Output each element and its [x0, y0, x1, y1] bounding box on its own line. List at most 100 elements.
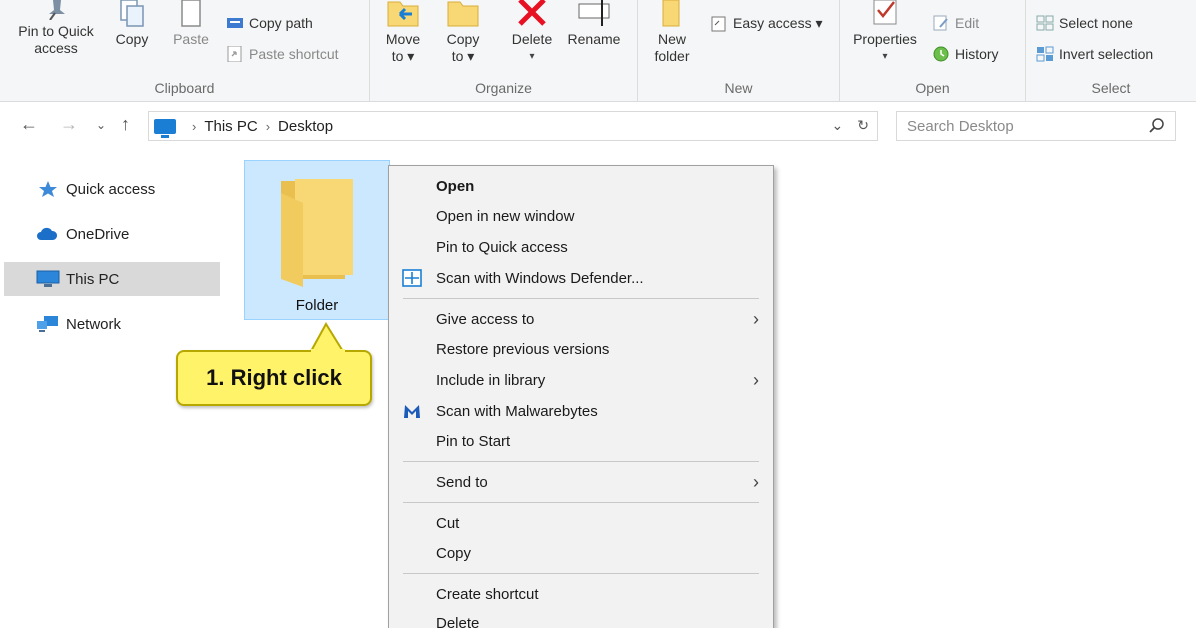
easy-access-icon — [711, 16, 726, 31]
nav-item-onedrive[interactable]: OneDrive — [4, 217, 220, 251]
address-history-chevron-icon[interactable]: ⌄ — [832, 117, 844, 134]
instruction-callout: 1. Right click — [176, 350, 372, 406]
nav-item-label: Network — [66, 315, 122, 333]
properties-button[interactable]: Properties ▾ — [846, 0, 924, 65]
delete-x-icon — [518, 0, 546, 26]
menu-separator — [403, 502, 759, 503]
menu-item-delete[interactable]: Delete — [389, 608, 773, 628]
copy-to-button[interactable]: Copy to ▾ — [440, 0, 486, 65]
menu-item-open[interactable]: Open — [389, 171, 773, 201]
menu-separator — [403, 573, 759, 574]
move-to-icon — [387, 1, 419, 27]
refresh-icon[interactable]: ↻ — [857, 117, 869, 134]
copy-path-icon — [227, 18, 243, 28]
address-bar[interactable]: › This PC › Desktop ⌄ ↻ — [148, 111, 878, 141]
nav-item-this-pc[interactable]: This PC — [4, 262, 220, 296]
menu-item-scan-malwarebytes[interactable]: Scan with Malwarebytes — [389, 396, 773, 426]
menu-item-open-new-window[interactable]: Open in new window — [389, 201, 773, 231]
cloud-icon — [37, 227, 58, 240]
star-icon — [39, 181, 57, 197]
submenu-arrow-icon: › — [753, 472, 759, 492]
paste-icon — [181, 0, 201, 27]
edit-button[interactable]: Edit — [932, 15, 979, 31]
callout-pointer-cover — [311, 349, 345, 355]
menu-item-send-to[interactable]: Send to › — [389, 467, 773, 497]
submenu-arrow-icon: › — [753, 370, 759, 390]
move-to-button[interactable]: Move to ▾ — [380, 0, 426, 65]
new-group: New folder Easy access ▾ New — [638, 0, 840, 102]
context-menu: Open Open in new window Pin to Quick acc… — [388, 165, 774, 628]
delete-button[interactable]: Delete ▾ — [506, 0, 558, 65]
nav-item-label: OneDrive — [66, 225, 130, 243]
clipboard-group-label: Clipboard — [154, 80, 215, 96]
search-input[interactable]: Search Desktop — [896, 111, 1176, 141]
clipboard-group: Pin to Quick access Copy Paste Copy path… — [0, 0, 370, 102]
callout-text: 1. Right click — [206, 365, 342, 390]
copy-path-button[interactable]: Copy path — [226, 15, 313, 31]
invert-selection-icon — [1036, 46, 1054, 62]
recent-locations-chevron-icon[interactable]: ⌄ — [96, 118, 106, 132]
up-arrow-icon[interactable]: ↑ — [121, 114, 130, 135]
breadcrumb-separator[interactable]: › — [192, 119, 196, 134]
organize-group-label: Organize — [475, 80, 532, 96]
folder-item[interactable]: Folder — [244, 160, 390, 320]
windows-defender-icon — [402, 269, 422, 287]
copy-to-icon — [447, 1, 479, 27]
nav-item-quick-access[interactable]: Quick access — [4, 172, 220, 206]
pin-to-quick-access-button[interactable]: Pin to Quick access — [8, 0, 104, 57]
back-arrow-icon[interactable]: ← — [20, 114, 38, 135]
invert-selection-button[interactable]: Invert selection — [1036, 46, 1153, 62]
menu-item-cut[interactable]: Cut — [389, 508, 773, 538]
organize-group: Move to ▾ Copy to ▾ Delete ▾ Rename Orga… — [370, 0, 638, 102]
new-folder-icon — [662, 0, 680, 27]
folder-icon — [281, 179, 353, 287]
history-icon — [933, 46, 949, 62]
easy-access-button[interactable]: Easy access ▾ — [710, 15, 823, 32]
history-button[interactable]: History — [932, 46, 999, 62]
select-none-icon — [1036, 15, 1054, 31]
edit-icon — [933, 15, 948, 31]
submenu-arrow-icon: › — [753, 309, 759, 329]
select-group-label: Select — [1091, 80, 1131, 96]
menu-item-include-library[interactable]: Include in library › — [389, 365, 773, 395]
pin-icon — [49, 0, 65, 20]
address-row: ← → ⌄ ↑ › This PC › Desktop ⌄ ↻ Search D… — [0, 109, 1196, 143]
search-placeholder: Search Desktop — [907, 117, 1014, 135]
computer-icon — [36, 270, 60, 287]
forward-arrow-icon[interactable]: → — [60, 114, 78, 135]
menu-item-create-shortcut[interactable]: Create shortcut — [389, 579, 773, 609]
breadcrumb-this-pc[interactable]: This PC — [204, 118, 257, 135]
rename-button[interactable]: Rename — [564, 0, 624, 48]
rename-icon — [578, 0, 610, 26]
open-group: Properties ▾ Edit History Open — [840, 0, 1026, 102]
nav-item-network[interactable]: Network — [4, 307, 220, 341]
menu-item-restore-versions[interactable]: Restore previous versions — [389, 334, 773, 364]
menu-separator — [403, 298, 759, 299]
select-group: Select none Invert selection Select — [1026, 0, 1196, 102]
nav-item-label: Quick access — [66, 180, 156, 198]
new-folder-button[interactable]: New folder — [644, 0, 700, 65]
menu-item-pin-start[interactable]: Pin to Start — [389, 426, 773, 456]
breadcrumb-desktop[interactable]: Desktop — [278, 118, 333, 135]
menu-item-give-access[interactable]: Give access to › — [389, 304, 773, 334]
delete-dropdown-glyph[interactable]: ▾ — [506, 48, 558, 65]
paste-shortcut-button[interactable]: Paste shortcut — [226, 46, 339, 62]
malwarebytes-icon — [404, 405, 420, 418]
menu-item-scan-defender[interactable]: Scan with Windows Defender... — [389, 263, 773, 293]
ribbon: Pin to Quick access Copy Paste Copy path… — [0, 0, 1196, 102]
breadcrumb-separator[interactable]: › — [266, 119, 270, 134]
properties-dropdown-glyph[interactable]: ▾ — [846, 48, 924, 65]
select-none-button[interactable]: Select none — [1036, 15, 1133, 31]
this-pc-icon — [154, 118, 176, 138]
new-group-label: New — [724, 80, 753, 96]
copy-button[interactable]: Copy — [110, 0, 154, 48]
properties-check-icon — [873, 0, 897, 25]
menu-item-pin-quick-access[interactable]: Pin to Quick access — [389, 232, 773, 262]
search-icon — [1149, 118, 1164, 133]
open-group-label: Open — [915, 80, 950, 96]
copy-icon — [120, 0, 144, 27]
paste-shortcut-icon — [227, 46, 242, 62]
nav-item-label: This PC — [66, 270, 120, 288]
paste-button[interactable]: Paste — [168, 0, 214, 48]
menu-item-copy[interactable]: Copy — [389, 538, 773, 568]
